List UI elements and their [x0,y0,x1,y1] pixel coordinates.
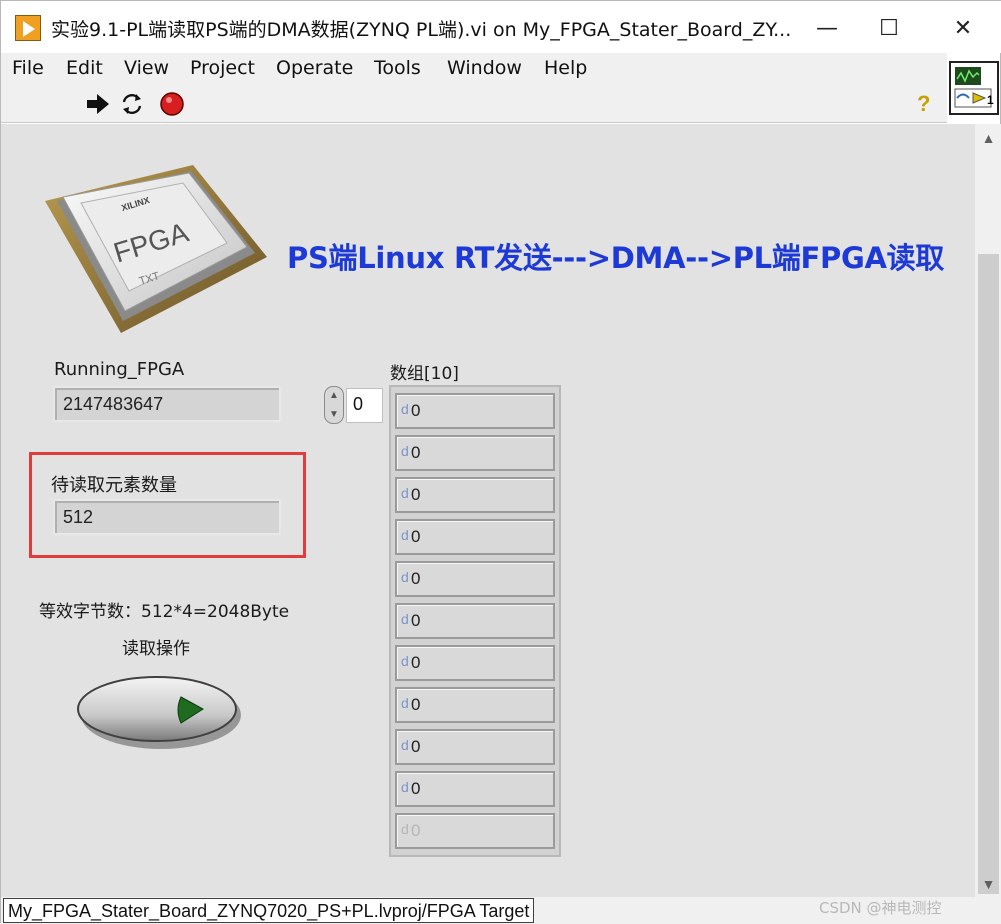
numeric-type-glyph: d [401,779,409,795]
array-element-value: 0 [411,443,421,462]
array-element-value: 0 [411,569,421,588]
scroll-up-icon[interactable]: ▲ [975,130,1001,146]
numeric-type-glyph: d [401,443,409,459]
array-element: d0 [395,561,555,597]
equivalent-bytes-text: 等效字节数：512*4=2048Byte [39,602,290,622]
numeric-type-glyph: d [401,527,409,543]
menu-window[interactable]: Window [447,57,522,79]
numeric-type-glyph: d [401,653,409,669]
run-arrow-icon[interactable] [85,91,111,117]
numeric-type-glyph: d [401,611,409,627]
menu-project[interactable]: Project [190,57,255,79]
array-index-stepper[interactable]: ▲ ▼ [324,386,344,424]
menu-view[interactable]: View [124,57,169,79]
array-element: d0 [395,729,555,765]
array-label: 数组[10] [390,364,459,384]
pending-elements-label: 待读取元素数量 [51,475,177,496]
array-element-value: 0 [411,527,421,546]
run-continuously-icon[interactable] [119,91,145,117]
watermark: CSDN @神电测控 [819,899,942,917]
array-element-value: 0 [411,821,421,840]
array-element-value: 0 [411,779,421,798]
running-fpga-label: Running_FPGA [54,359,185,380]
read-operation-button[interactable] [77,671,243,751]
numeric-type-glyph: d [401,695,409,711]
numeric-type-glyph: d [401,737,409,753]
project-path[interactable]: My_FPGA_Stater_Board_ZYNQ7020_PS+PL.lvpr… [3,898,535,923]
title-bar: 实验9.1-PL端读取PS端的DMA数据(ZYNQ PL端).vi on My_… [1,1,1001,53]
numeric-type-glyph: d [401,485,409,501]
array-element: d0 [395,519,555,555]
menu-edit[interactable]: Edit [66,57,103,79]
numeric-type-glyph: d [401,821,409,837]
scroll-thumb[interactable] [978,254,999,894]
labview-app-icon [15,15,41,41]
pending-elements-indicator: 512 [53,499,281,535]
abort-stop-icon[interactable] [159,91,185,117]
vi-connector-icon[interactable]: 1 [949,61,999,115]
array-element-value: 0 [411,653,421,672]
numeric-type-glyph: d [401,569,409,585]
toolbar: ? [1,85,947,123]
array-element-value: 0 [411,695,421,714]
fpga-chip-image: FPGA XILINX TXT [41,161,271,336]
read-button-label: 读取操作 [122,639,190,659]
array-element: d0 [395,645,555,681]
array-element: d0 [395,393,555,429]
vi-icon-badge: 1 [987,93,994,107]
scroll-down-icon[interactable]: ▼ [975,876,1001,892]
menu-bar: File Edit View Project Operate Tools Win… [1,53,947,85]
labview-window: 实验9.1-PL端读取PS端的DMA数据(ZYNQ PL端).vi on My_… [0,0,1001,924]
array-element: d0 [395,603,555,639]
panel-heading: PS端Linux RT发送--->DMA-->PL端FPGA读取 [287,241,945,275]
array-element: d0 [395,477,555,513]
menu-help[interactable]: Help [544,57,587,79]
vertical-scrollbar[interactable]: ▲ ▼ [975,124,1001,897]
running-fpga-indicator: 2147483647 [53,386,281,422]
maximize-button[interactable]: ☐ [861,9,917,47]
array-element: d0 [395,687,555,723]
menu-operate[interactable]: Operate [276,57,353,79]
context-help-icon[interactable]: ? [917,91,930,117]
array-element-value: 0 [411,737,421,756]
menu-tools[interactable]: Tools [374,57,421,79]
window-title: 实验9.1-PL端读取PS端的DMA数据(ZYNQ PL端).vi on My_… [51,19,792,41]
array-element-value: 0 [411,485,421,504]
close-button[interactable]: ✕ [935,9,991,47]
menu-file[interactable]: File [12,57,44,79]
array-element: d0 [395,771,555,807]
array-element: d0 [395,435,555,471]
minimize-button[interactable]: — [799,9,855,47]
array-index-input[interactable]: 0 [346,388,383,423]
array-element-value: 0 [411,401,421,420]
array-element-value: 0 [411,611,421,630]
array-element-empty: d0 [395,813,555,849]
numeric-type-glyph: d [401,401,409,417]
